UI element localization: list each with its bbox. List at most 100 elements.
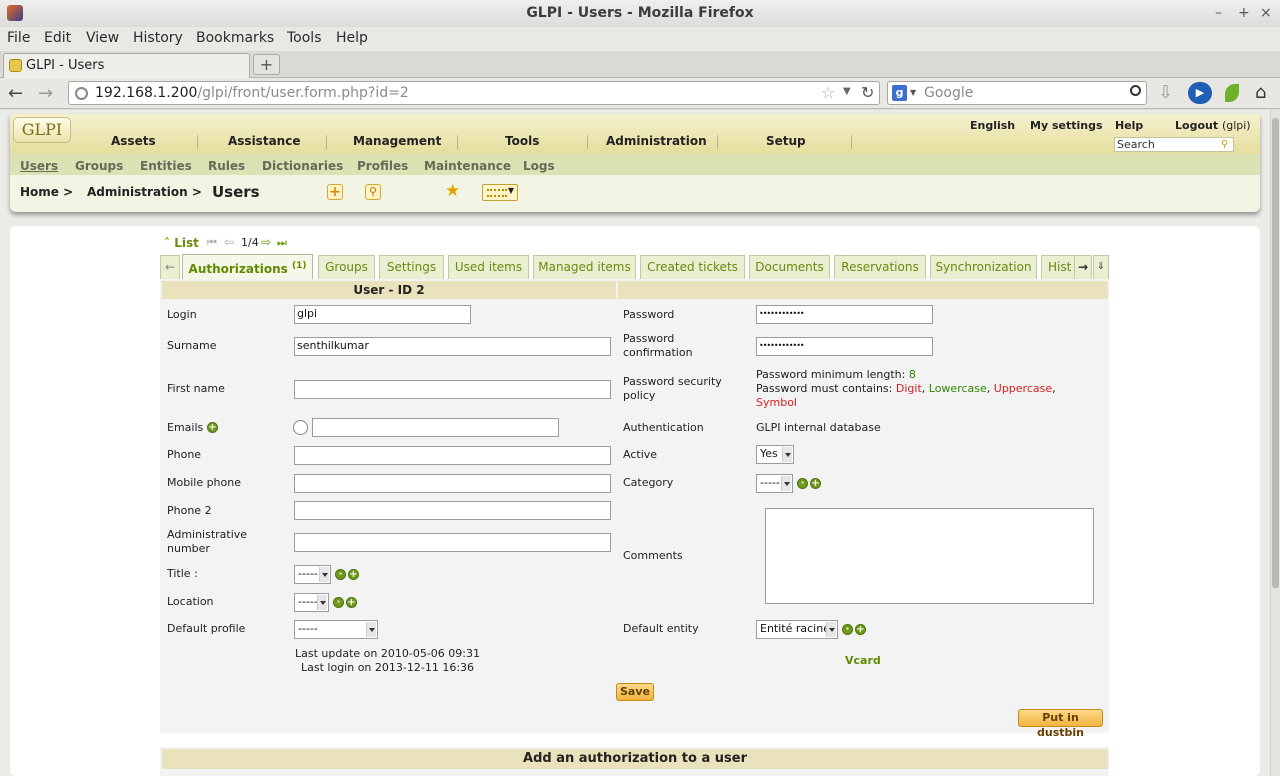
search-entity-icon[interactable]: ·: [842, 624, 853, 635]
phone2-field[interactable]: [294, 501, 611, 520]
submenu-groups[interactable]: Groups: [75, 159, 123, 173]
submenu-users[interactable]: Users: [20, 159, 58, 173]
search-title-icon[interactable]: ·: [335, 569, 346, 580]
add-icon[interactable]: +: [327, 184, 343, 200]
tab-scroll-left[interactable]: ←: [160, 255, 180, 279]
help-link[interactable]: Help: [1115, 119, 1143, 132]
browser-tab[interactable]: GLPI - Users: [3, 53, 250, 79]
password-confirm-field[interactable]: ••••••••••••: [756, 337, 933, 356]
url-dropdown-icon[interactable]: ▼: [843, 86, 851, 97]
tab-reservations[interactable]: Reservations: [834, 255, 926, 279]
tab-settings[interactable]: Settings: [379, 255, 444, 279]
menu-administration[interactable]: Administration: [606, 134, 707, 148]
add-location-icon[interactable]: +: [346, 597, 357, 608]
glpi-logo[interactable]: GLPI: [13, 117, 71, 143]
email-field[interactable]: [312, 418, 559, 437]
category-select[interactable]: -----: [756, 474, 793, 493]
save-button[interactable]: Save: [616, 683, 654, 701]
phone-field[interactable]: [294, 446, 611, 465]
tab-documents[interactable]: Documents: [749, 255, 830, 279]
search-icon[interactable]: ⚲: [1221, 138, 1228, 151]
menu-assets[interactable]: Assets: [111, 134, 156, 148]
default-profile-select[interactable]: -----: [294, 620, 378, 639]
put-in-dustbin-button[interactable]: Put in dustbin: [1018, 709, 1103, 739]
my-settings-link[interactable]: My settings: [1030, 119, 1103, 132]
bookmark-star-icon[interactable]: ★: [445, 181, 460, 201]
default-entity-select[interactable]: Entité racine: [756, 620, 838, 639]
vcard-link[interactable]: Vcard: [845, 654, 881, 668]
submenu-entities[interactable]: Entities: [140, 159, 192, 173]
menu-help[interactable]: Help: [336, 30, 368, 46]
firstname-field[interactable]: [294, 380, 611, 399]
reload-icon[interactable]: ↻: [861, 83, 874, 102]
close-icon[interactable]: ×: [1260, 0, 1272, 26]
tab-managed-items[interactable]: Managed items: [533, 255, 636, 279]
menu-edit[interactable]: Edit: [44, 30, 71, 46]
bookmark-star-icon[interactable]: ☆: [821, 83, 835, 102]
search-icon[interactable]: ⚲: [365, 184, 381, 200]
magnifier-icon[interactable]: [1130, 85, 1141, 96]
tab-history[interactable]: Hist: [1041, 255, 1075, 279]
forward-icon[interactable]: →: [38, 83, 53, 104]
home-icon[interactable]: ⌂: [1255, 82, 1266, 103]
breadcrumb-administration[interactable]: Administration >: [87, 185, 202, 199]
admin-number-field[interactable]: [294, 533, 611, 552]
menu-view[interactable]: View: [86, 30, 119, 46]
back-icon[interactable]: ←: [8, 83, 23, 104]
maximize-icon[interactable]: +: [1238, 0, 1250, 26]
title-select[interactable]: -----: [294, 565, 331, 584]
previous-record-icon[interactable]: ⇦: [224, 235, 234, 249]
mobile-field[interactable]: [294, 474, 611, 493]
surname-field[interactable]: senthilkumar: [294, 337, 611, 356]
location-select[interactable]: -----: [294, 593, 329, 612]
tab-list-all-icon[interactable]: ⇓: [1093, 255, 1109, 279]
submenu-profiles[interactable]: Profiles: [357, 159, 408, 173]
menu-bookmarks[interactable]: Bookmarks: [196, 30, 274, 46]
page-scrollbar[interactable]: [1270, 110, 1280, 776]
last-record-icon[interactable]: ⏭: [277, 236, 287, 250]
url-bar[interactable]: 192.168.1.200/glpi/front/user.form.php?i…: [68, 81, 880, 105]
menu-history[interactable]: History: [133, 30, 183, 46]
next-record-icon[interactable]: ⇨: [261, 235, 271, 249]
leaf-icon[interactable]: [1225, 84, 1239, 102]
menu-setup[interactable]: Setup: [766, 134, 806, 148]
add-entity-icon[interactable]: +: [855, 624, 866, 635]
menu-tools[interactable]: Tools: [287, 30, 322, 46]
tab-scroll-right[interactable]: →: [1074, 255, 1092, 279]
download-icon[interactable]: ⇩: [1158, 82, 1173, 103]
comments-textarea[interactable]: [765, 508, 1094, 604]
menu-tools[interactable]: Tools: [505, 134, 539, 148]
tab-authorizations[interactable]: Authorizations (1): [182, 254, 313, 279]
submenu-dictionaries[interactable]: Dictionaries: [262, 159, 343, 173]
logout-link[interactable]: Logout (glpi): [1175, 119, 1251, 132]
tab-groups[interactable]: Groups: [318, 255, 375, 279]
new-tab-button[interactable]: +: [253, 54, 280, 75]
tab-created-tickets[interactable]: Created tickets: [640, 255, 745, 279]
add-email-icon[interactable]: +: [207, 422, 218, 433]
first-record-icon[interactable]: ⏮: [207, 236, 217, 250]
view-list-icon[interactable]: ▼: [482, 184, 518, 201]
active-select[interactable]: Yes: [756, 445, 794, 464]
submenu-maintenance[interactable]: Maintenance: [424, 159, 511, 173]
menu-file[interactable]: File: [7, 30, 30, 46]
list-link[interactable]: ˄ List: [164, 236, 199, 250]
password-field[interactable]: ••••••••••••: [756, 305, 933, 324]
menu-management[interactable]: Management: [353, 134, 441, 148]
tab-synchronization[interactable]: Synchronization: [930, 255, 1037, 279]
media-play-icon[interactable]: ▶: [1188, 82, 1212, 104]
search-location-icon[interactable]: ·: [333, 597, 344, 608]
submenu-logs[interactable]: Logs: [523, 159, 555, 173]
tab-used-items[interactable]: Used items: [448, 255, 529, 279]
glpi-search-input[interactable]: Search ⚲: [1114, 137, 1234, 152]
chevron-down-icon[interactable]: ▼: [910, 88, 916, 97]
search-category-icon[interactable]: ·: [797, 478, 808, 489]
login-field[interactable]: glpi: [294, 305, 471, 324]
breadcrumb-home[interactable]: Home >: [20, 185, 73, 199]
browser-search-field[interactable]: g ▼ Google: [887, 81, 1147, 105]
add-category-icon[interactable]: +: [810, 478, 821, 489]
submenu-rules[interactable]: Rules: [208, 159, 245, 173]
minimize-icon[interactable]: –: [1215, 0, 1222, 26]
default-email-radio[interactable]: [293, 420, 308, 435]
language-link[interactable]: English: [970, 119, 1015, 132]
add-title-icon[interactable]: +: [348, 569, 359, 580]
